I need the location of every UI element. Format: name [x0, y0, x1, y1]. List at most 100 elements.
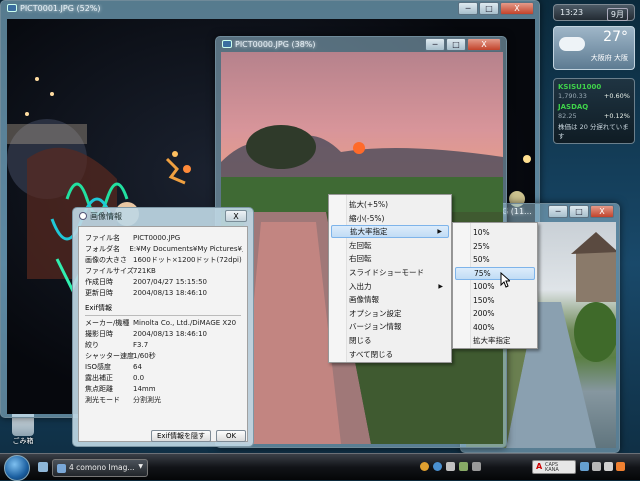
info-row: ファイル名 PICT0000.JPG [85, 233, 243, 244]
show-desktop-icon[interactable] [38, 462, 48, 472]
ok-button[interactable]: OK [216, 430, 246, 442]
minimize-button[interactable]: ─ [458, 2, 478, 15]
tray-icon[interactable] [459, 462, 468, 471]
zoom-menu-item[interactable]: 25% [455, 240, 535, 253]
dialog-body: ファイル名 PICT0000.JPG フォルダ名 E:¥My Documents¥My… [78, 226, 248, 442]
tray-icon[interactable] [580, 462, 589, 471]
stock-value: 1,790.33 [558, 92, 587, 100]
menu-item-label: 縮小(-5%) [349, 213, 385, 223]
exif-value: 分割測光 [133, 396, 161, 404]
tray-icon[interactable] [472, 462, 481, 471]
menu-item-label: すべて閉じる [349, 349, 394, 359]
tray-icon[interactable] [446, 462, 455, 471]
context-menu-item[interactable]: 左回転 [331, 239, 449, 252]
tray-icon[interactable] [616, 462, 625, 471]
window-1-title: PICT0001.JPG (52%) [7, 4, 459, 18]
maximize-button[interactable]: □ [446, 38, 466, 51]
tray-icon[interactable] [592, 462, 601, 471]
context-menu-item[interactable]: すべて閉じる [331, 348, 449, 361]
dialog-close-button[interactable]: X [225, 210, 247, 222]
context-menu-item[interactable]: 画像情報 [331, 293, 449, 306]
exif-value: 0.0 [133, 374, 145, 382]
info-value: PICT0000.JPG [133, 234, 181, 242]
minimize-button[interactable]: ─ [425, 38, 445, 51]
exif-section-header: Exif情報 [85, 304, 112, 312]
info-row: 更新日時 2004/08/13 18:46:10 [85, 288, 243, 299]
tray-icon[interactable] [433, 462, 442, 471]
task-app-icon [57, 464, 66, 473]
info-value: 2004/08/13 18:46:10 [133, 289, 208, 297]
clock-gadget[interactable]: 13:23 9月 [553, 4, 635, 21]
cloud-icon [559, 37, 585, 51]
menu-item-label: 拡大率指定 [350, 227, 388, 237]
clock-time: 13:23 [560, 8, 584, 17]
context-menu-item[interactable]: 拡大(+5%) [331, 198, 449, 211]
zoom-menu-item[interactable]: 50% [455, 253, 535, 266]
exif-key: 測光モード [85, 396, 120, 404]
info-icon [79, 212, 87, 220]
zoom-menu-item[interactable]: 10% [455, 226, 535, 239]
submenu-arrow-icon: ▶ [437, 228, 442, 236]
tray-icon[interactable] [420, 462, 429, 471]
caps-indicator: CAPS KANA [545, 462, 559, 473]
maximize-button[interactable]: □ [479, 2, 499, 15]
info-value: 2007/04/27 15:15:50 [133, 278, 208, 286]
zoom-menu-item[interactable]: 400% [455, 321, 535, 334]
context-menu-item[interactable]: オプション設定 [331, 307, 449, 320]
zoom-menu-item[interactable]: 75% [455, 266, 535, 280]
menu-item-label: オプション設定 [349, 308, 402, 318]
exif-value: 2004/08/13 18:46:10 [133, 330, 208, 338]
info-row: 画像の大きさ 1600ドット×1200ドット(72dpi) [85, 255, 243, 266]
task-label: 4 comono Imag... [69, 463, 135, 472]
context-menu-item[interactable]: 拡大率指定 ▶ [331, 225, 449, 239]
minimize-button[interactable]: ─ [548, 205, 568, 218]
exif-key: 絞り [85, 341, 99, 349]
ime-mode: A [536, 462, 543, 471]
taskbar-task-button[interactable]: 4 comono Imag... ▼ [52, 459, 148, 477]
maximize-button[interactable]: □ [569, 205, 589, 218]
zoom-menu-item[interactable]: 150% [455, 294, 535, 307]
close-button[interactable]: X [590, 205, 614, 218]
tray-quick-icons [420, 462, 481, 471]
info-row: ファイルサイズ 721KB [85, 266, 243, 277]
zoom-submenu[interactable]: 10% 25% 50% 75% 100% 150% 200% 400% 拡大率指定 [452, 222, 538, 349]
stocks-gadget[interactable]: 株価は 20 分遅れています KSISU1000 1,790.33 +0.60% JA… [553, 78, 635, 144]
chevron-down-icon: ▼ [138, 463, 143, 470]
context-menu-item[interactable]: バージョン情報 [331, 320, 449, 333]
context-menu-item[interactable]: 縮小(-5%) [331, 212, 449, 225]
taskbar: 4 comono Imag... ▼ A CAPS KANA [0, 453, 640, 481]
stock-value: 82.25 [558, 112, 577, 120]
close-button[interactable]: X [467, 38, 501, 51]
exif-value: 64 [133, 363, 142, 371]
zoom-menu-item[interactable]: 200% [455, 307, 535, 320]
menu-item-label: 拡大(+5%) [349, 200, 389, 209]
app-icon [7, 4, 17, 12]
exif-row: 撮影日時 2004/08/13 18:46:10 [85, 329, 243, 340]
context-menu-item[interactable]: 閉じる [331, 334, 449, 347]
context-menu[interactable]: 拡大(+5%) 縮小(-5%) 拡大率指定 ▶ 左回転 右回転 スライドショーモード 入出力 ▶… [328, 194, 452, 363]
exif-row: ISO感度 64 [85, 362, 243, 373]
info-value: E:¥My Documents¥My Pictures¥見ﾆ [129, 245, 243, 253]
image-info-dialog[interactable]: 画像情報 X ファイル名 PICT0000.JPG フォルダ名 E:¥My Docum… [72, 207, 254, 447]
context-menu-item[interactable]: スライドショーモード [331, 266, 449, 279]
start-button[interactable] [4, 455, 30, 481]
info-key: ファイル名 [85, 234, 120, 242]
recycle-bin-label: ごみ箱 [12, 437, 34, 445]
close-button[interactable]: X [500, 2, 534, 15]
divider [85, 315, 241, 316]
context-menu-item[interactable]: 入出力 ▶ [331, 280, 449, 293]
exif-value: 1/60秒 [133, 352, 156, 360]
info-key: 更新日時 [85, 289, 113, 297]
weather-gadget[interactable]: 27° 大阪府 大阪 [553, 26, 635, 70]
hide-exif-button[interactable]: Exif情報を隠す [151, 430, 211, 442]
stock-change: +0.60% [603, 92, 630, 100]
exif-row: シャッター速度 1/60秒 [85, 351, 243, 362]
context-menu-item[interactable]: 右回転 [331, 252, 449, 265]
exif-value: F3.7 [133, 341, 149, 349]
menu-item-label: バージョン情報 [349, 322, 402, 332]
zoom-menu-item[interactable]: 拡大率指定 [455, 334, 535, 347]
info-value: 721KB [133, 267, 156, 275]
zoom-menu-item[interactable]: 100% [455, 280, 535, 293]
tray-icon[interactable] [604, 462, 613, 471]
ime-bar[interactable]: A CAPS KANA [532, 460, 576, 474]
